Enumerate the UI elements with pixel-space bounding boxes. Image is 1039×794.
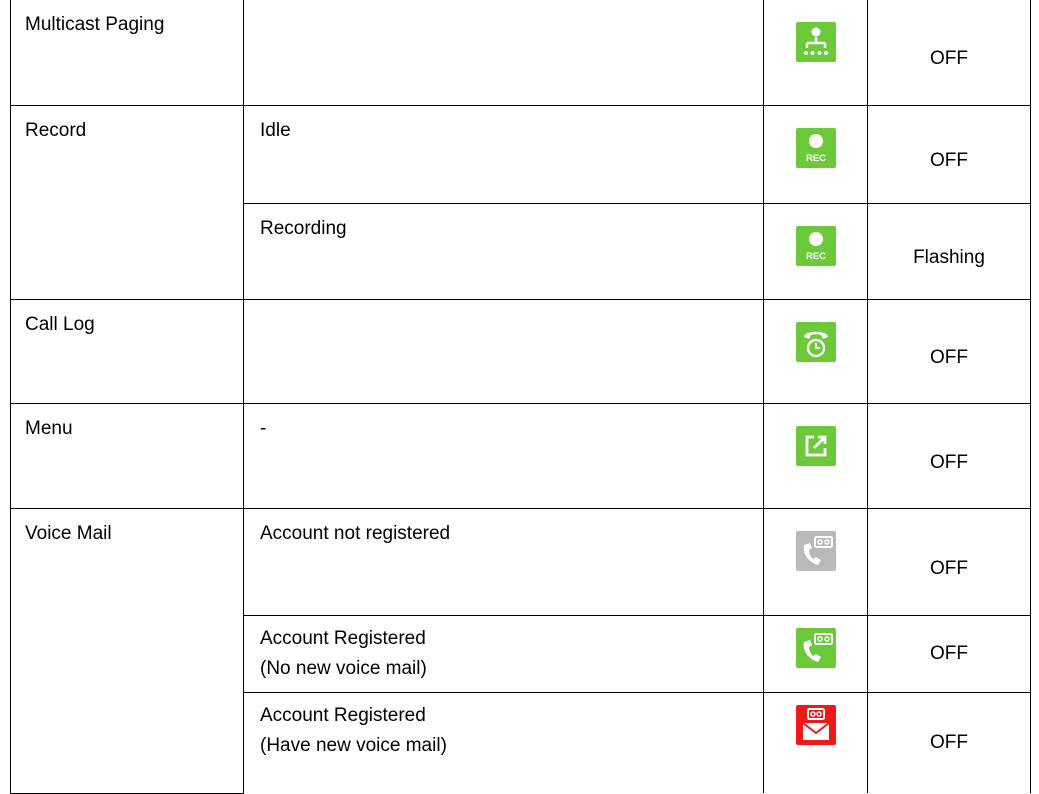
- voicemail-icon: [795, 530, 836, 571]
- led-status: OFF: [867, 402, 1031, 509]
- icon-cell: [763, 298, 868, 404]
- table-row: Call Log OFF: [10, 298, 1031, 404]
- led-status: OFF: [867, 104, 1031, 204]
- led-status: Flashing: [867, 202, 1031, 300]
- table-row: Record Idle REC OFF: [10, 104, 1031, 300]
- led-status: OFF: [867, 0, 1031, 106]
- call-log-icon: [795, 321, 836, 362]
- state-cell: [243, 298, 764, 404]
- led-status-table: Multicast Paging OFF Record Idle REC OFF…: [10, 0, 1031, 794]
- feature-name: Voice Mail: [10, 507, 244, 794]
- new-voicemail-icon: [795, 704, 836, 745]
- state-cell: -: [243, 402, 764, 509]
- state-cell: Recording: [243, 202, 764, 300]
- svg-text:REC: REC: [805, 251, 825, 262]
- feature-name: Multicast Paging: [10, 0, 244, 106]
- state-cell: Account Registered (No new voice mail): [243, 614, 764, 693]
- led-status: OFF: [867, 691, 1031, 793]
- icon-cell: [763, 507, 868, 616]
- record-icon: REC: [795, 225, 836, 266]
- icon-cell: [763, 0, 868, 106]
- led-status: OFF: [867, 507, 1031, 616]
- feature-name: Menu: [10, 402, 244, 509]
- state-cell: [243, 0, 764, 106]
- multicast-paging-icon: [795, 22, 836, 62]
- icon-cell: REC: [763, 104, 868, 204]
- svg-text:REC: REC: [805, 153, 825, 164]
- table-row: Menu - OFF: [10, 402, 1031, 509]
- menu-icon: [795, 425, 836, 466]
- record-icon: REC: [795, 127, 836, 168]
- led-status: OFF: [867, 298, 1031, 404]
- icon-cell: [763, 614, 868, 693]
- icon-cell: REC: [763, 202, 868, 300]
- table-row: Voice Mail Account not registered OFF: [10, 507, 1031, 794]
- state-cell: Account not registered: [243, 507, 764, 616]
- led-status: OFF: [867, 614, 1031, 693]
- table-row: Multicast Paging OFF: [10, 0, 1031, 106]
- state-cell: Account Registered (Have new voice mail): [243, 691, 764, 793]
- voicemail-icon: [795, 627, 836, 668]
- feature-name: Call Log: [10, 298, 244, 404]
- icon-cell: [763, 402, 868, 509]
- feature-name: Record: [10, 104, 244, 300]
- icon-cell: [763, 691, 868, 793]
- state-cell: Idle: [243, 104, 764, 204]
